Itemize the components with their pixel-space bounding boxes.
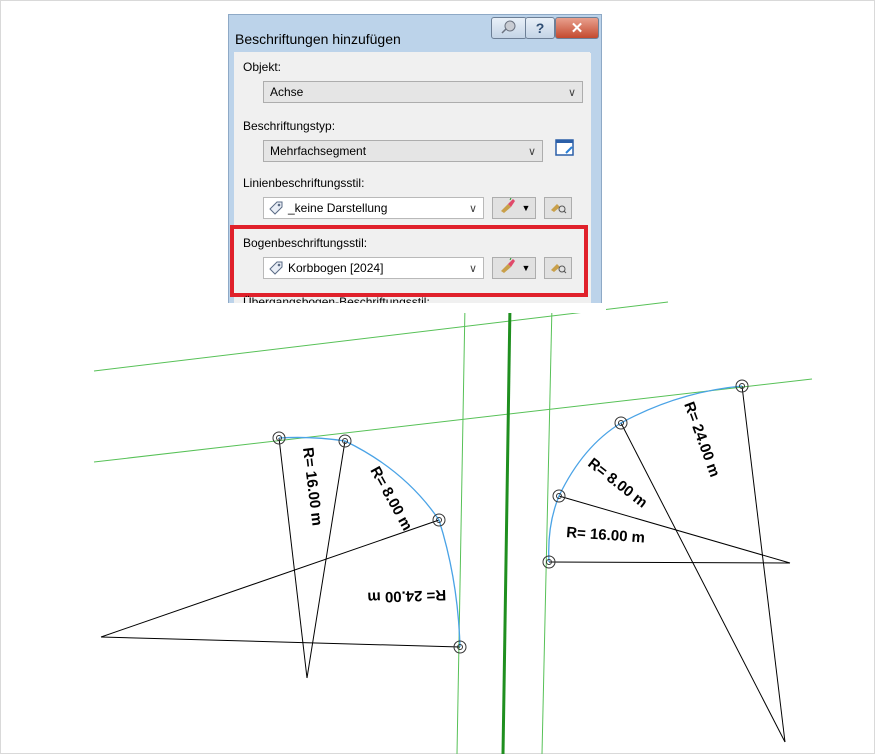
dialog-title: Beschriftungen hinzufügen bbox=[235, 31, 401, 47]
beschriftungstyp-select[interactable]: Mehrfachsegment ∨ bbox=[263, 140, 543, 162]
help-button[interactable]: ? bbox=[525, 17, 555, 39]
brush-icon bbox=[498, 197, 520, 219]
radius-label-8: R= 8.00 m bbox=[367, 464, 416, 534]
radius-label-8-right: R= 8.00 m bbox=[585, 455, 651, 512]
radius-label-16: R= 16.00 m bbox=[299, 446, 325, 526]
linienbeschriftungsstil-select[interactable]: _keine Darstellung ∨ bbox=[263, 197, 484, 219]
label-style-icon bbox=[268, 200, 284, 216]
construction-line bbox=[100, 636, 461, 648]
objekt-select[interactable]: Achse ∨ bbox=[263, 81, 583, 103]
highlight-box bbox=[230, 225, 588, 297]
linien-style-view-button[interactable] bbox=[544, 197, 572, 219]
dialog-panel: Objekt: Achse ∨ Beschriftungstyp: Mehrfa… bbox=[230, 52, 590, 309]
edit-type-button[interactable] bbox=[552, 138, 578, 162]
main-axis-line[interactable] bbox=[501, 304, 512, 754]
edit-window-icon bbox=[554, 138, 576, 163]
dropdown-arrow-icon: ▼ bbox=[521, 203, 531, 213]
chevron-down-icon: ∨ bbox=[567, 86, 577, 99]
construction-line bbox=[620, 422, 786, 743]
close-icon: ✕ bbox=[570, 20, 584, 37]
construction-line bbox=[548, 561, 791, 564]
construction-line bbox=[741, 385, 786, 743]
construction-line bbox=[100, 519, 440, 638]
beschriftungstyp-value: Mehrfachsegment bbox=[270, 144, 367, 158]
chevron-down-icon: ∨ bbox=[468, 202, 478, 215]
pin-button[interactable] bbox=[491, 17, 527, 39]
pin-icon bbox=[500, 19, 518, 38]
radius-label-24: R= 24.00 m bbox=[367, 586, 446, 606]
brush-magnifier-icon bbox=[549, 198, 567, 219]
beschriftungstyp-label: Beschriftungstyp: bbox=[243, 119, 336, 133]
objekt-value: Achse bbox=[270, 85, 304, 99]
dialog-cutoff bbox=[226, 303, 606, 313]
chevron-down-icon: ∨ bbox=[527, 145, 537, 158]
radius-label-16-right: R= 16.00 m bbox=[566, 524, 646, 546]
radius-label-24-right: R= 24.00 m bbox=[680, 400, 723, 480]
linienbeschriftungsstil-value: _keine Darstellung bbox=[288, 201, 388, 215]
alignment-line-v1[interactable] bbox=[456, 304, 466, 754]
objekt-label: Objekt: bbox=[243, 60, 282, 74]
linien-style-tools-button[interactable]: ▼ bbox=[492, 197, 536, 219]
linienbeschriftungsstil-label: Linienbeschriftungsstil: bbox=[243, 176, 365, 190]
help-icon: ? bbox=[535, 20, 545, 36]
close-button[interactable]: ✕ bbox=[555, 17, 599, 39]
dialog-titlebar: Beschriftungen hinzufügen ? ✕ bbox=[229, 15, 601, 51]
